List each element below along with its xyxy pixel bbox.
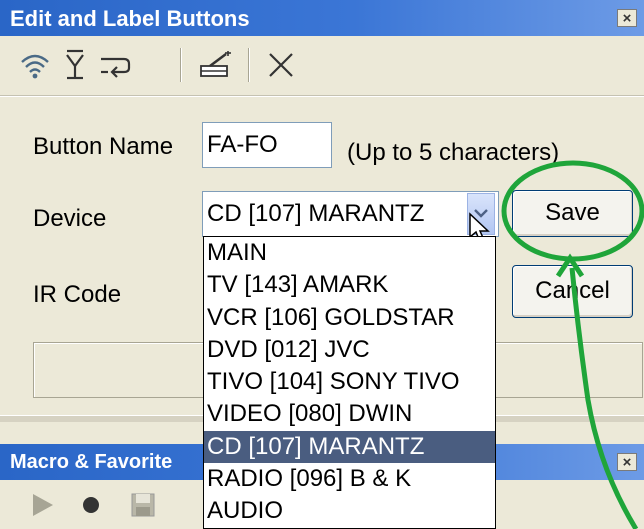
annotation-overlay	[501, 160, 644, 529]
annotation-ellipse	[501, 160, 644, 262]
annotation-arrow-line	[569, 267, 639, 529]
